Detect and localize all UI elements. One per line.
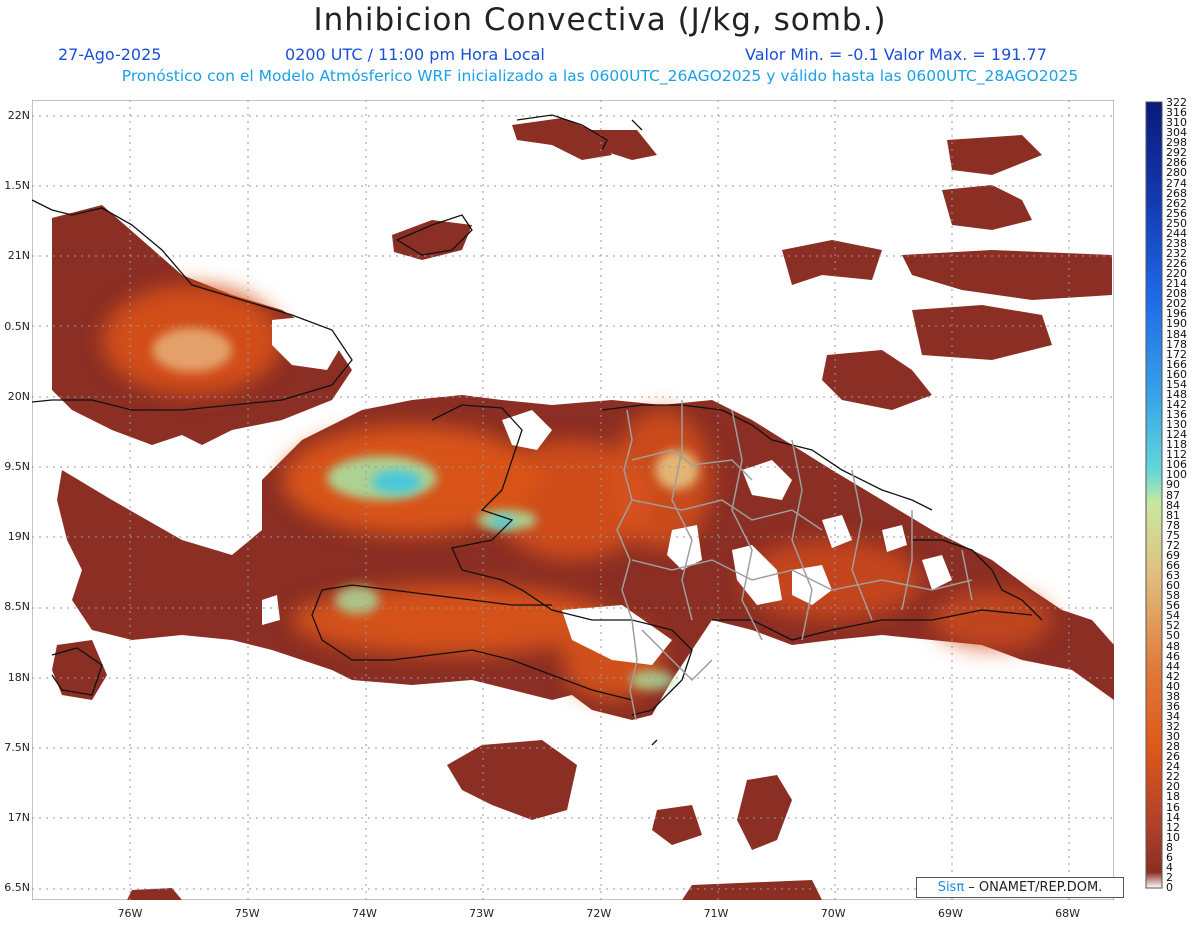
latitude-tick-label: 1.5N bbox=[4, 179, 30, 193]
forecast-time: 0200 UTC / 11:00 pm Hora Local bbox=[285, 45, 545, 64]
latitude-tick-label: 22N bbox=[7, 109, 30, 122]
longitude-tick-label: 72W bbox=[586, 907, 612, 920]
longitude-tick-label: 70W bbox=[820, 907, 846, 920]
colorbar bbox=[1145, 101, 1163, 889]
latitude-tick-label: 0.5N bbox=[4, 319, 30, 333]
latitude-tick-label: 18N bbox=[7, 670, 30, 684]
value-min-max: Valor Min. = -0.1 Valor Max. = 191.77 bbox=[745, 45, 1047, 64]
colorbar-gradient bbox=[1145, 101, 1163, 889]
model-info: Pronóstico con el Modelo Atmósferico WRF… bbox=[121, 67, 1079, 85]
credit-text: – ONAMET/REP.DOM. bbox=[964, 880, 1103, 895]
colorbar-tick-label: 0 bbox=[1166, 881, 1173, 894]
latitude-tick-label: 7.5N bbox=[4, 740, 30, 754]
longitude-tick-label: 68W bbox=[1055, 907, 1081, 920]
credit-box: Sisπ – ONAMET/REP.DOM. bbox=[916, 877, 1124, 898]
latitude-tick-label: 20N bbox=[7, 389, 30, 403]
longitude-tick-label: 69W bbox=[937, 907, 963, 920]
longitude-tick-label: 71W bbox=[703, 907, 729, 920]
longitude-tick-label: 73W bbox=[469, 907, 495, 920]
longitude-tick-label: 75W bbox=[234, 907, 260, 920]
map-title: Inhibicion Convectiva (J/kg, somb.) bbox=[313, 2, 887, 38]
latitude-tick-label: 9.5N bbox=[4, 460, 30, 473]
latitude-tick-label: 19N bbox=[7, 530, 30, 544]
longitude-tick-label: 74W bbox=[351, 907, 377, 920]
forecast-date: 27-Ago-2025 bbox=[58, 45, 162, 64]
latitude-tick-label: 8.5N bbox=[4, 600, 30, 614]
longitude-tick-label: 76W bbox=[117, 907, 143, 920]
latitude-tick-label: 17N bbox=[7, 811, 30, 824]
latitude-tick-label: 6.5N bbox=[4, 881, 30, 895]
cin-map bbox=[32, 100, 1114, 900]
latitude-tick-label: 21N bbox=[7, 249, 30, 263]
sis-logo-text: Sisπ bbox=[937, 880, 965, 895]
